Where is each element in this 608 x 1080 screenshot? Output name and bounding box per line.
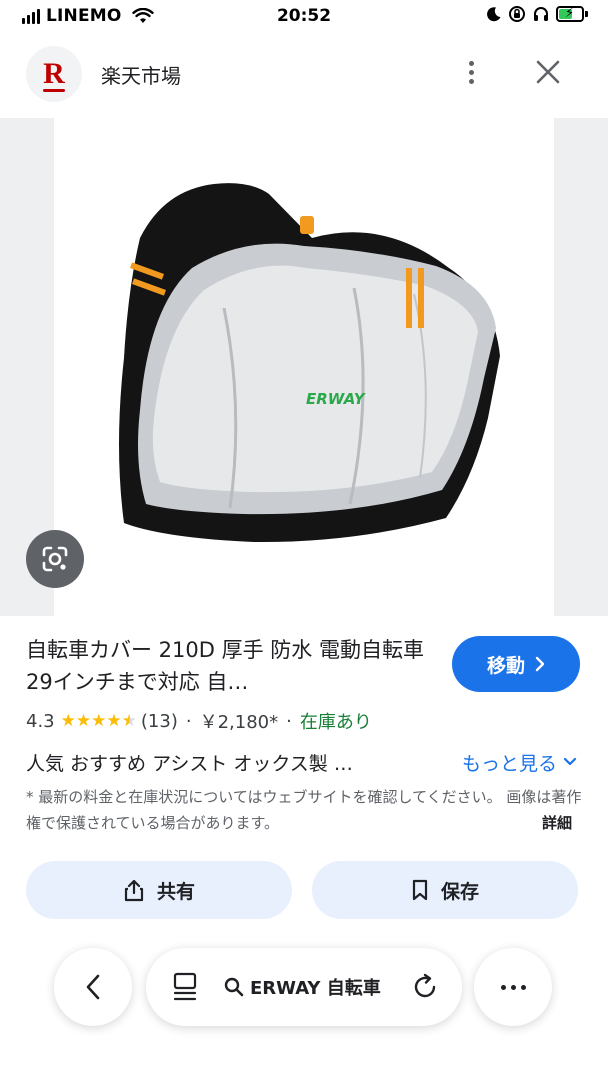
logo-letter: R [43, 57, 65, 92]
search-query-text: ERWAY 自転車 [250, 978, 381, 999]
share-label: 共有 [156, 880, 195, 903]
visit-button[interactable]: 移動 [452, 636, 580, 692]
product-title: 自転車カバー 210D 厚手 防水 電動自転車 29インチまで対応 自… [26, 638, 424, 694]
star-icon: ★ [106, 711, 122, 731]
bookmark-icon [412, 879, 428, 901]
status-bar: LINEMO 20:52 ⚡ [0, 0, 608, 34]
lens-icon [42, 546, 68, 572]
svg-text:ERWAY: ERWAY [306, 390, 367, 408]
rating-row: 4.3 ★ ★ ★ ★ ★ (13) · ￥2,180* · 在庫あり [26, 708, 372, 734]
battery-icon: ⚡ [556, 6, 584, 22]
back-button[interactable] [54, 948, 132, 1026]
tags-row: 人気 おすすめ アシスト オックス製 … もっと見る [26, 746, 586, 778]
show-more-label: もっと見る [462, 752, 558, 775]
separator-dot: · [286, 710, 292, 732]
half-star-icon: ★ [121, 711, 137, 731]
search-query[interactable]: ERWAY 自転車 [224, 974, 381, 1000]
more-menu-button[interactable] [474, 948, 552, 1026]
save-button[interactable]: 保存 [312, 861, 578, 919]
tabs-icon[interactable] [172, 972, 198, 1002]
status-right: ⚡ [486, 5, 588, 23]
visit-button-label: 移動 [486, 654, 525, 677]
review-count: (13) [140, 710, 178, 732]
save-label: 保存 [440, 880, 479, 903]
moon-icon [487, 7, 501, 22]
search-pill[interactable]: ERWAY 自転車 [146, 948, 462, 1026]
rating-value: 4.3 [26, 710, 55, 732]
headphones-icon [534, 7, 548, 21]
site-header: R 楽天市場 [0, 42, 608, 106]
chevron-down-icon [563, 757, 577, 766]
details-link[interactable]: 詳細 [542, 810, 572, 836]
share-button[interactable]: 共有 [26, 861, 292, 919]
disclaimer-text: * 最新の料金と在庫状況についてはウェブサイトを確認してください。 画像は著作権… [26, 788, 582, 832]
more-horizontal-icon [500, 984, 526, 990]
show-more-link[interactable]: もっと見る [462, 746, 577, 778]
bike-cover-illustration: ERWAY [119, 183, 500, 543]
rating-stars: ★ ★ ★ ★ ★ [61, 711, 137, 731]
site-name: 楽天市場 [101, 64, 181, 88]
battery-tip [585, 11, 588, 17]
product-image-area[interactable]: ERWAY [0, 118, 608, 616]
rotation-lock-icon [509, 6, 525, 22]
chevron-right-icon [535, 656, 545, 672]
separator-dot: · [185, 710, 192, 732]
search-icon [224, 977, 244, 997]
product-tags: 人気 おすすめ アシスト オックス製 … [26, 752, 353, 775]
chevron-left-icon [86, 974, 100, 1000]
more-options-button[interactable] [456, 52, 486, 92]
google-lens-button[interactable] [26, 530, 84, 588]
share-icon [124, 879, 144, 902]
star-icon: ★ [60, 711, 76, 731]
reload-icon[interactable] [410, 972, 440, 1002]
stock-status: 在庫あり [299, 712, 372, 733]
close-icon[interactable] [532, 56, 564, 88]
product-image: ERWAY [54, 118, 554, 616]
product-price: ￥2,180* [199, 712, 279, 733]
star-icon: ★ [91, 711, 107, 731]
rakuten-logo: R [26, 46, 82, 102]
star-icon: ★ [75, 711, 92, 731]
